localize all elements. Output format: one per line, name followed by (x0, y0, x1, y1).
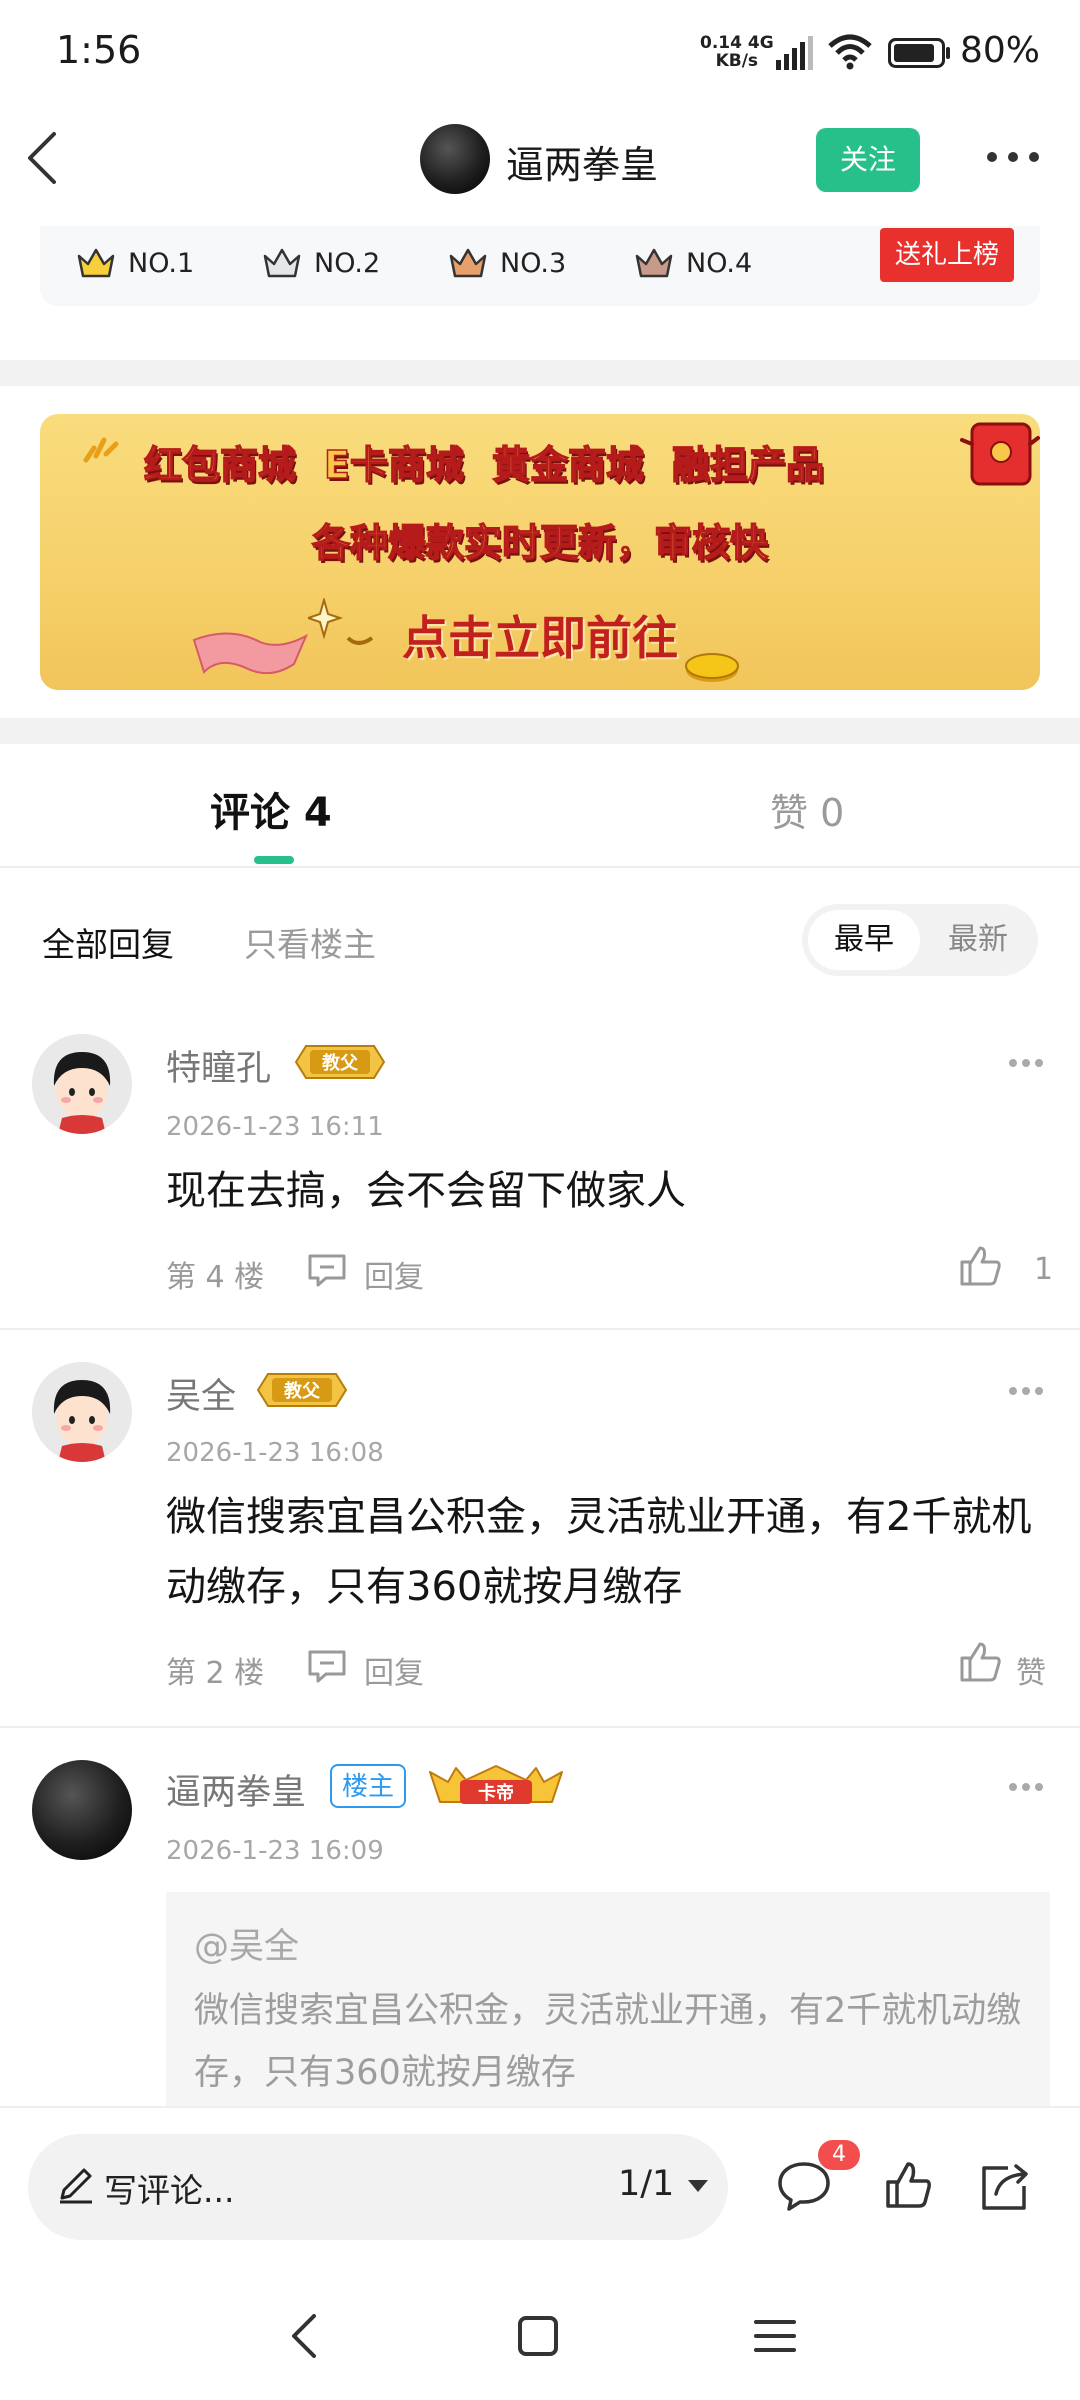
share-icon[interactable] (978, 2160, 1032, 2212)
nav-home-icon[interactable] (516, 2314, 560, 2358)
banner-subtitle: 各种爆款实时更新，审核快 (311, 520, 769, 566)
page-indicator[interactable]: 1/1 (618, 2164, 674, 2204)
svg-text:教父: 教父 (322, 1052, 359, 1074)
cartoon-avatar-icon (32, 1362, 132, 1462)
cash-note-icon (192, 632, 309, 675)
comment-divider (0, 1328, 1080, 1330)
section-divider (0, 360, 1080, 386)
sort-newest-button[interactable]: 最新 (922, 910, 1034, 970)
more-icon[interactable] (986, 150, 1040, 164)
gold-coin-icon (685, 653, 739, 682)
cartoon-avatar-icon (32, 1034, 132, 1134)
svg-text:卡帝: 卡帝 (478, 1782, 514, 1804)
filter-all-replies[interactable]: 全部回复 (42, 918, 174, 966)
comment-more-icon[interactable] (1008, 1782, 1044, 1792)
back-icon[interactable] (22, 128, 62, 188)
reply-button[interactable]: 回复 (364, 1648, 424, 1692)
tab-likes[interactable]: 赞 0 (770, 782, 844, 837)
banner-categories: 红包商城 E卡商城 黄金商城 融担产品 (143, 442, 825, 488)
reply-button[interactable]: 回复 (364, 1252, 424, 1296)
comment-divider (0, 1726, 1080, 1728)
filter-op-only[interactable]: 只看楼主 (244, 918, 376, 966)
sparkle-lines-icon (83, 437, 119, 463)
like-count: 1 (1034, 1252, 1054, 1287)
thumbs-up-icon[interactable] (958, 1244, 1002, 1288)
write-comment-placeholder[interactable]: 写评论... (104, 2164, 234, 2212)
comment-floor: 第 2 楼 (166, 1656, 265, 1691)
network-speed: 0.14 4G KB/s (700, 33, 774, 71)
svg-text:教父: 教父 (284, 1380, 321, 1402)
reply-icon[interactable] (306, 1252, 348, 1288)
like-label[interactable]: 赞 (1016, 1648, 1046, 1692)
wifi-icon (828, 34, 872, 70)
tab-comments[interactable]: 评论 4 (210, 780, 332, 838)
crown-bronze-icon (449, 248, 487, 278)
comment-author[interactable]: 吴全 (166, 1368, 236, 1419)
comment-more-icon[interactable] (1008, 1386, 1044, 1396)
comment-icon[interactable] (776, 2160, 832, 2212)
status-bar: 1:56 0.14 4G KB/s 80% (0, 0, 1080, 100)
follow-button[interactable]: 关注 (816, 128, 920, 192)
avatar[interactable] (32, 1362, 132, 1462)
nav-menu-icon[interactable] (752, 2316, 798, 2356)
active-tab-indicator (254, 856, 294, 864)
comment-floor: 第 4 楼 (166, 1260, 265, 1295)
dropdown-triangle-icon[interactable] (686, 2178, 710, 2194)
comment-count-badge: 4 (818, 2140, 860, 2170)
signal-icon (776, 36, 813, 70)
promo-banner[interactable]: 红包商城 E卡商城 黄金商城 融担产品 各种爆款实时更新，审核快 点击立即前往 (40, 414, 1040, 690)
author-avatar[interactable] (420, 124, 490, 194)
comment-text: 微信搜索宜昌公积金，灵活就业开通，有2千就机动缴存，只有360就按月缴存 (166, 1494, 1032, 1610)
crown-silver-icon (263, 248, 301, 278)
comment-author[interactable]: 逼两拳皇 (166, 1764, 306, 1815)
crown-dark-icon (635, 248, 673, 278)
avatar[interactable] (32, 1034, 132, 1134)
comment-text: 现在去搞，会不会留下做家人 (166, 1168, 686, 1214)
pencil-icon (60, 2168, 92, 2204)
comment-date: 2026-1-23 16:08 (166, 1438, 384, 1468)
section-divider (0, 718, 1080, 744)
author-name[interactable]: 逼两拳皇 (506, 134, 658, 189)
nav-back-icon[interactable] (284, 2310, 324, 2362)
thumbs-up-icon[interactable] (958, 1640, 1002, 1684)
comment-more-icon[interactable] (1008, 1058, 1044, 1068)
rank-badge-icon: 教父 (294, 1045, 386, 1079)
send-gift-button[interactable]: 送礼上榜 (880, 228, 1014, 282)
kadi-badge-icon: 卡帝 (429, 1765, 563, 1804)
quoted-text: 微信搜索宜昌公积金，灵活就业开通，有2千就机动缴存，只有360就按月缴存 (194, 1991, 1022, 2093)
rank-badge-icon: 教父 (256, 1373, 348, 1407)
sort-oldest-button[interactable]: 最早 (808, 910, 920, 970)
comment-author[interactable]: 特瞳孔 (166, 1040, 271, 1091)
comment-date: 2026-1-23 16:11 (166, 1112, 384, 1142)
battery-percent: 80% (960, 30, 1041, 71)
comment-date: 2026-1-23 16:09 (166, 1836, 384, 1866)
op-badge: 楼主 (330, 1764, 406, 1808)
crown-gold-icon (77, 248, 115, 278)
red-envelope-icon (960, 422, 1040, 486)
reply-icon[interactable] (306, 1648, 348, 1684)
quoted-author[interactable]: @吴全 (194, 1918, 299, 1969)
avatar[interactable] (32, 1760, 132, 1860)
battery-icon (888, 38, 950, 68)
status-time: 1:56 (56, 28, 142, 72)
tabs-divider (0, 866, 1080, 868)
thumbs-up-icon[interactable] (884, 2160, 932, 2210)
